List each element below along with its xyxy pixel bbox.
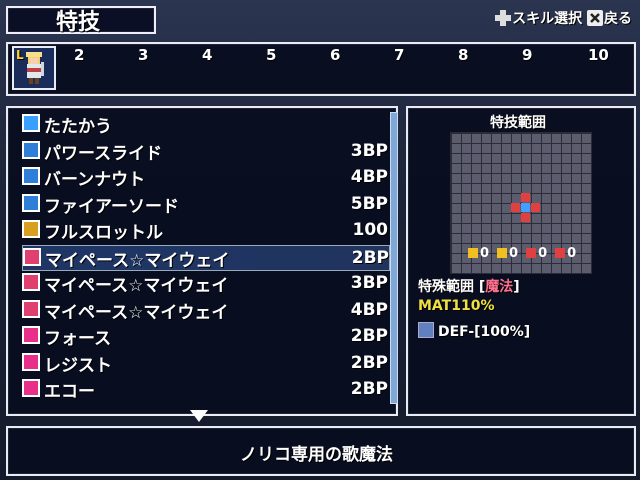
skill-cost: 100: [352, 220, 389, 240]
element-count: 0: [468, 246, 489, 261]
controls-hint: スキル選択 戻る: [495, 8, 632, 28]
skill-list: たたかうパワースライド 3BP バーンナウト 4BP ファイアーソード 5BP フルスロット…: [6, 106, 398, 416]
level-icon: [22, 326, 40, 344]
skill-cost: 3BP: [350, 140, 388, 161]
ultimate-icon: [22, 220, 40, 238]
skill-icon: [22, 193, 40, 212]
dpad-icon: [495, 10, 512, 26]
element-value: 0: [538, 246, 548, 261]
party-slot-3[interactable]: 3: [138, 46, 148, 64]
skill-name: ファイアーソード: [44, 196, 179, 217]
skill-cost: 2BP: [351, 247, 389, 268]
special-range-label: 特殊範囲 [: [418, 279, 486, 295]
element-count: 0: [497, 246, 518, 261]
range-cell: [531, 203, 540, 212]
character-portrait[interactable]: L: [12, 46, 56, 90]
party-slot-8[interactable]: 8: [458, 46, 468, 64]
skill-name: レジスト: [44, 355, 112, 376]
element-value: 0: [509, 246, 519, 261]
range-info-panel: 特技範囲 0 0 0 0 特殊範囲 [魔法] MAT110% DEF-[100%]: [406, 106, 636, 416]
skill-name: フルスロットル: [44, 223, 163, 243]
skill-select-hint: スキル選択: [512, 11, 583, 27]
description-box: ノリコ専用の歌魔法: [6, 426, 636, 476]
skill-name: フォース: [44, 329, 112, 349]
skill-cost: 2BP: [350, 352, 388, 373]
skill-row[interactable]: パワースライド 3BP: [22, 139, 388, 164]
skill-row[interactable]: フルスロットル 100: [22, 218, 389, 243]
skill-name: たたかう: [44, 117, 112, 137]
skill-row[interactable]: エコー 2BP: [22, 377, 388, 402]
element-icon: [555, 248, 566, 258]
skill-cost: 2BP: [350, 326, 388, 346]
element-icon: [497, 248, 508, 258]
scrollbar-thumb[interactable]: [391, 113, 397, 403]
skill-row[interactable]: レジスト 2BP: [22, 351, 388, 376]
skill-row[interactable]: マイペース☆マイウェイ 4BP: [22, 298, 388, 323]
element-value: 0: [567, 246, 577, 261]
skill-row[interactable]: たたかう: [22, 112, 388, 137]
def-stat: DEF-[100%]: [418, 322, 530, 340]
leader-badge: L: [16, 48, 24, 62]
skill-name: マイペース☆マイウェイ: [44, 302, 229, 323]
element-icon: [526, 248, 537, 258]
skill-name: マイペース☆マイウェイ: [45, 250, 230, 271]
party-slot-2[interactable]: 2: [74, 46, 84, 64]
party-slot-10[interactable]: 10: [588, 46, 609, 64]
skill-row[interactable]: マイペース☆マイウェイ 2BP: [22, 244, 390, 271]
skill-cost: 4BP: [350, 167, 388, 187]
party-slot-4[interactable]: 4: [202, 46, 212, 64]
skill-cost: 3BP: [350, 273, 388, 293]
range-cell: [521, 213, 530, 222]
skill-icon: [22, 167, 40, 185]
special-range-close: ]: [513, 279, 520, 295]
party-bar: L 2 3 4 5 6 7 8 9 10: [6, 42, 636, 96]
back-hint[interactable]: 戻る: [604, 11, 632, 27]
skill-name: エコー: [44, 382, 95, 402]
skill-row[interactable]: ファイアーソード 5BP: [22, 192, 388, 217]
party-slot-5[interactable]: 5: [266, 46, 276, 64]
range-title: 特技範囲: [490, 115, 546, 131]
skill-cost: 4BP: [350, 299, 388, 320]
level-icon: [22, 352, 40, 371]
skill-name: マイペース☆マイウェイ: [44, 276, 229, 296]
song-plus2-icon: [22, 299, 40, 318]
scroll-down-arrow-icon[interactable]: [190, 410, 208, 422]
party-slot-6[interactable]: 6: [330, 46, 340, 64]
element-count: 0: [526, 246, 547, 261]
range-cell: [521, 193, 530, 202]
song-plus-icon: [22, 273, 40, 291]
special-range: 特殊範囲 [魔法]: [418, 276, 520, 296]
sword-icon: [22, 114, 40, 132]
range-center-cell: [521, 203, 530, 212]
element-count: 0: [555, 246, 576, 261]
skill-cost: 2BP: [350, 379, 388, 399]
range-cell: [511, 203, 520, 212]
skill-cost: 5BP: [350, 193, 388, 214]
element-row: 0 0 0 0: [468, 246, 584, 261]
def-stat-value: DEF-[100%]: [438, 324, 531, 340]
element-icon: [468, 248, 478, 258]
skill-row[interactable]: バーンナウト 4BP: [22, 165, 388, 190]
element-value: 0: [480, 246, 490, 261]
def-debuff-icon: [418, 322, 434, 338]
skill-row[interactable]: フォース 2BP: [22, 324, 388, 349]
skill-name: バーンナウト: [44, 170, 146, 190]
level-icon: [22, 379, 40, 397]
party-slot-7[interactable]: 7: [394, 46, 404, 64]
skill-row[interactable]: マイペース☆マイウェイ 3BP: [22, 271, 388, 296]
page-title: 特技: [56, 10, 101, 35]
special-range-value: 魔法: [485, 279, 514, 295]
party-slot-9[interactable]: 9: [522, 46, 532, 64]
cancel-button-icon: [587, 10, 603, 26]
skill-icon: [22, 140, 40, 159]
skill-description: ノリコ専用の歌魔法: [240, 445, 393, 465]
scrollbar[interactable]: [390, 112, 398, 404]
mat-stat: MAT110%: [418, 298, 495, 314]
song-icon: [23, 247, 41, 266]
skill-name: パワースライド: [44, 143, 163, 164]
